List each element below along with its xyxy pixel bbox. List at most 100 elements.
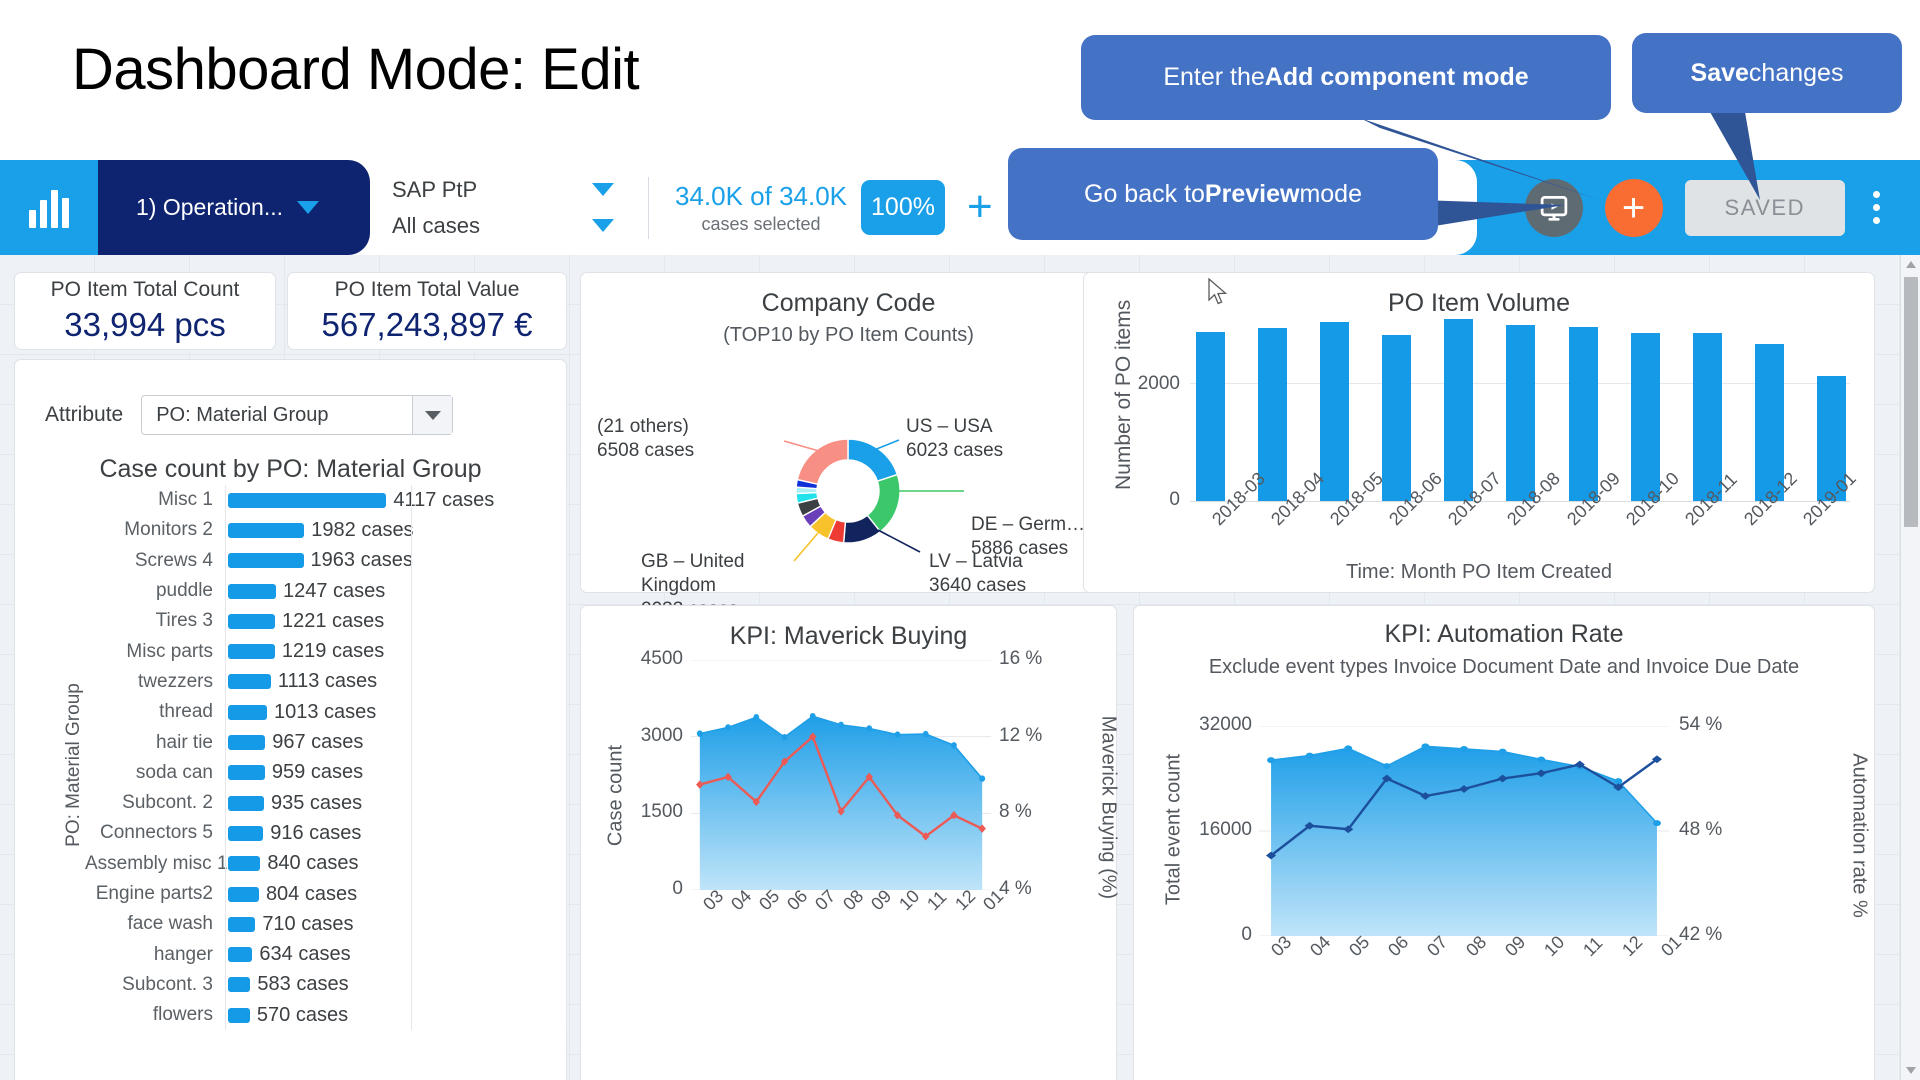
hbar-row[interactable]: hair tie 967 cases [85, 727, 568, 758]
vbar-bar[interactable] [1630, 332, 1660, 501]
donut-slice[interactable] [796, 438, 849, 486]
data-point[interactable] [838, 721, 844, 729]
vbar-bar[interactable] [1444, 319, 1474, 501]
chevron-down-icon[interactable] [412, 396, 453, 434]
card-case-count-by-material-group[interactable]: Attribute PO: Material Group Case count … [14, 359, 568, 1080]
data-point[interactable] [781, 733, 788, 741]
hbar-row[interactable]: flowers 570 cases [85, 1000, 568, 1031]
hbar-bar[interactable] [228, 553, 304, 569]
hbar-rows: Misc 1 4117 cases Monitors 2 1982 cases Scre… [85, 485, 568, 1031]
hbar-bar[interactable] [228, 644, 275, 660]
vbar-bars[interactable] [1196, 313, 1846, 501]
y-tick-label: 4500 [640, 648, 683, 669]
card-kpi-automation-rate[interactable]: KPI: Automation Rate Exclude event types… [1133, 605, 1875, 1080]
area-series[interactable] [699, 716, 983, 890]
vbar-bar[interactable] [1320, 321, 1350, 501]
card-kpi-maverick-buying[interactable]: KPI: Maverick Buying Case count Maverick… [580, 605, 1120, 1080]
card-company-code[interactable]: Company Code (TOP10 by PO Item Counts) (… [580, 272, 1117, 620]
hbar-bar[interactable] [228, 916, 256, 932]
hbar-bar[interactable] [228, 522, 305, 538]
hbar-bar[interactable] [228, 947, 253, 963]
vertical-scrollbar[interactable] [1900, 255, 1920, 1080]
attribute-select[interactable]: PO: Material Group [141, 395, 454, 435]
data-point[interactable] [1267, 757, 1276, 764]
hbar-bar[interactable] [228, 583, 276, 599]
data-point[interactable] [725, 724, 731, 731]
card-po-item-volume[interactable]: PO Item Volume Number of PO items 2000 0… [1083, 272, 1875, 593]
hbar-gridline [411, 757, 412, 788]
hbar-bar[interactable] [228, 765, 265, 781]
vbar-bar[interactable] [1196, 331, 1225, 501]
x-tick-label: 07 [1423, 931, 1452, 961]
maverick-chart-svg[interactable] [691, 660, 991, 890]
donut-slice[interactable] [847, 438, 899, 483]
hbar-row[interactable]: Screws 4 1963 cases [85, 545, 568, 576]
hbar-bar[interactable] [228, 613, 275, 629]
hbar-row[interactable]: thread 1013 cases [85, 697, 568, 728]
data-point[interactable] [809, 712, 816, 720]
hbar-bar[interactable] [228, 795, 264, 811]
data-point[interactable] [753, 714, 760, 721]
hbar-bar[interactable] [228, 492, 387, 508]
hbar-row[interactable]: puddle 1247 cases [85, 575, 568, 607]
hbar-bar[interactable] [228, 704, 267, 720]
hbar-row[interactable]: Monitors 2 1982 cases [85, 515, 568, 546]
scrollbar-thumb[interactable] [1904, 277, 1918, 527]
hbar-row[interactable]: soda can 959 cases [85, 757, 568, 788]
data-point[interactable] [951, 742, 957, 749]
triangle-down-icon[interactable] [1906, 1067, 1916, 1074]
data-point[interactable] [1537, 756, 1546, 763]
hbar-row[interactable]: Assembly misc 1 840 cases [85, 848, 568, 879]
hbar-row[interactable]: Misc parts 1219 cases [85, 636, 568, 667]
vbar-bar[interactable] [1692, 332, 1722, 501]
data-point[interactable] [696, 730, 703, 737]
hbar-gridline [566, 909, 568, 940]
hbar-row[interactable]: Subcont. 3 583 cases [85, 969, 568, 1001]
data-point[interactable] [1614, 778, 1623, 785]
hbar-row[interactable]: Connectors 5 916 cases [85, 818, 568, 849]
vbar-ytick: 2000 [1137, 373, 1180, 394]
hbar-bar[interactable] [228, 674, 271, 690]
data-point[interactable] [1421, 743, 1430, 750]
hbar-row[interactable]: Tires 3 1221 cases [85, 606, 568, 637]
y-tick-label: 1500 [640, 801, 683, 823]
hbar-value-label: 1982 cases [311, 518, 414, 541]
hbar-bar[interactable] [228, 825, 264, 841]
hbar-row[interactable]: hanger 634 cases [85, 939, 568, 970]
data-point[interactable] [922, 730, 929, 738]
vbar-bar[interactable] [1382, 334, 1412, 501]
vbar-bar[interactable] [1506, 324, 1536, 501]
data-point[interactable] [1460, 746, 1468, 752]
hbar-row[interactable]: Misc 1 4117 cases [85, 485, 568, 516]
callout-add-component: Enter the Add component mode [1081, 35, 1611, 120]
y-tick-label: 0 [1241, 924, 1252, 945]
data-point[interactable] [1382, 763, 1391, 769]
callout-text: changes [1748, 58, 1844, 87]
hbar-bar[interactable] [228, 735, 266, 751]
hbar-gridline [566, 727, 568, 758]
hbar-row[interactable]: face wash 710 cases [85, 909, 568, 940]
data-point[interactable] [866, 725, 873, 732]
vbar-bar[interactable] [1568, 327, 1598, 501]
hbar-row[interactable]: Engine parts2 804 cases [85, 878, 568, 910]
data-point[interactable] [1498, 748, 1507, 755]
attribute-selector[interactable]: Attribute PO: Material Group [45, 395, 454, 435]
hbar-track: 840 cases [225, 848, 568, 879]
data-point[interactable] [1344, 745, 1353, 752]
hbar-bar[interactable] [228, 977, 251, 993]
x-tick-label: 10 [1540, 931, 1569, 961]
hbar-row[interactable]: twezzers 1113 cases [85, 666, 568, 698]
hbar-row[interactable]: Subcont. 2 935 cases [85, 787, 568, 819]
hbar-bar[interactable] [228, 886, 259, 902]
hbar-bar[interactable] [228, 856, 261, 872]
hbar-gridline [566, 878, 568, 910]
hbar-category-label: hanger [153, 943, 213, 965]
data-point[interactable] [979, 775, 986, 782]
hbar-bar[interactable] [228, 1007, 250, 1023]
vbar-bar[interactable] [1258, 327, 1288, 501]
automation-chart-svg[interactable] [1259, 726, 1669, 936]
x-tick-label: 06 [1384, 931, 1413, 961]
data-point[interactable] [894, 731, 901, 738]
data-point[interactable] [1652, 820, 1661, 827]
data-point[interactable] [1305, 752, 1314, 759]
